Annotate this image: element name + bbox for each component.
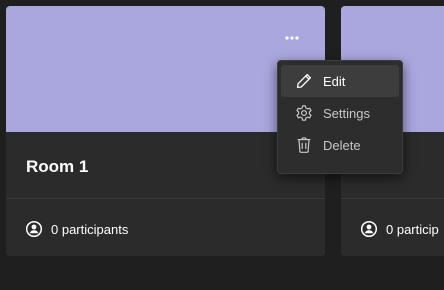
participants-count: 0 particip xyxy=(386,221,439,237)
room-title: Room 1 xyxy=(26,157,89,176)
participant-icon xyxy=(25,220,43,238)
more-horizontal-icon xyxy=(284,28,300,46)
menu-item-delete[interactable]: Delete xyxy=(281,129,399,161)
more-options-menu: Edit Settings Delete xyxy=(277,60,403,174)
gear-icon xyxy=(294,103,314,123)
menu-item-settings[interactable]: Settings xyxy=(281,97,399,129)
pencil-icon xyxy=(294,71,314,91)
card-divider xyxy=(6,198,325,199)
menu-item-label: Delete xyxy=(323,137,361,153)
menu-item-label: Settings xyxy=(323,105,370,121)
rooms-grid: Room 1 0 participants n 2 xyxy=(0,0,444,290)
participants-info: 0 particip xyxy=(360,219,439,239)
card-divider xyxy=(341,198,444,199)
participant-icon xyxy=(360,220,378,238)
more-options-button[interactable] xyxy=(279,30,305,44)
trash-icon xyxy=(294,135,314,155)
participants-count: 0 participants xyxy=(51,221,129,237)
menu-item-edit[interactable]: Edit xyxy=(281,65,399,97)
participants-info: 0 participants xyxy=(25,219,128,239)
menu-item-label: Edit xyxy=(323,73,346,89)
